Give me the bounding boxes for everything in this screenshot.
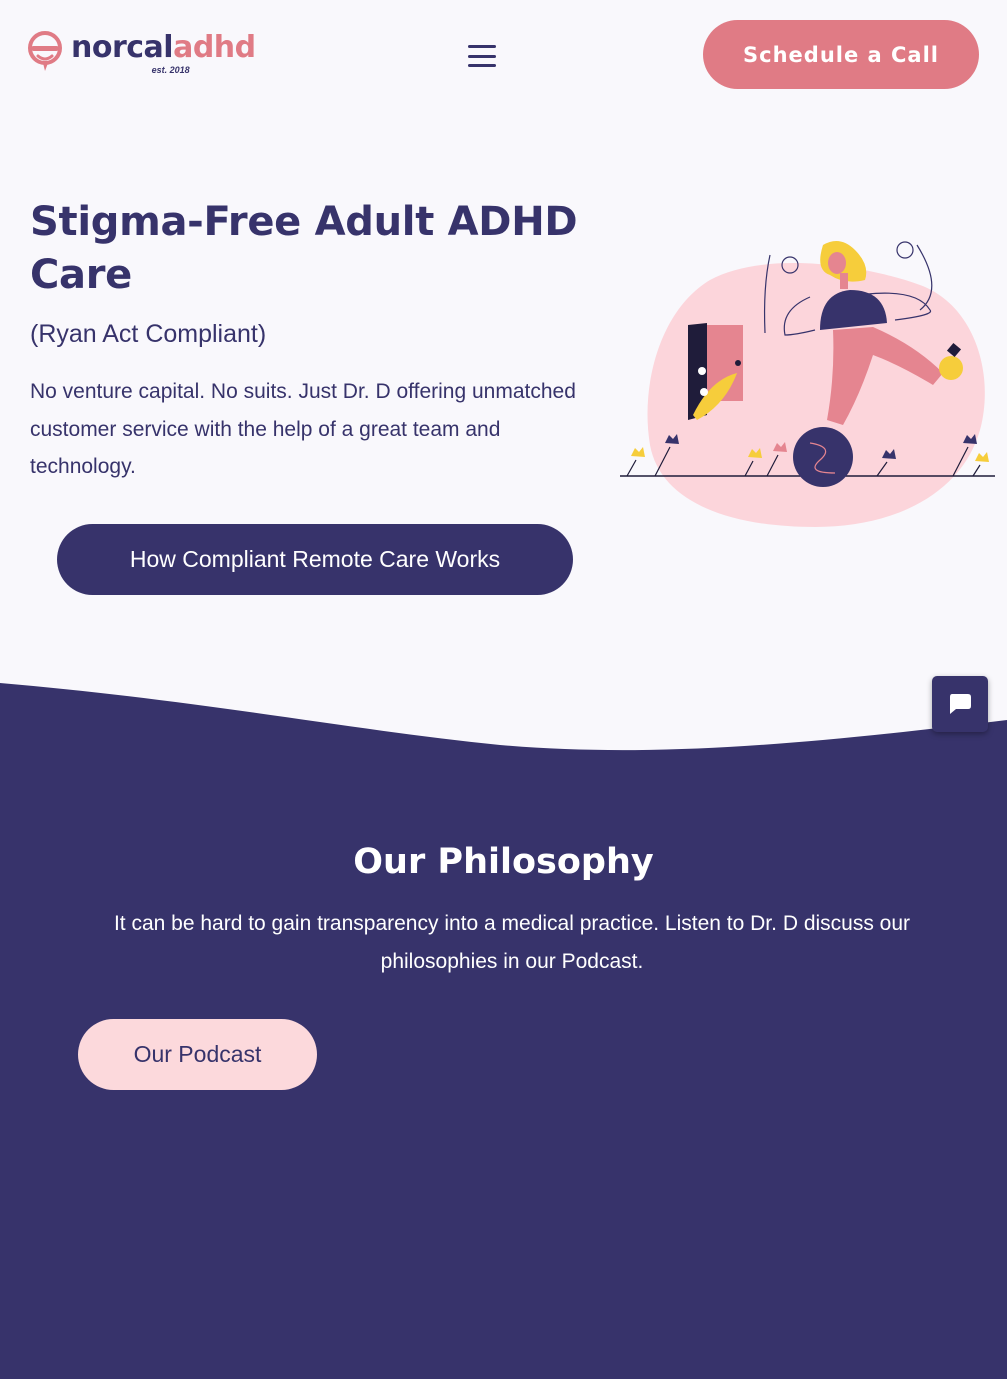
menu-bar: [468, 64, 496, 67]
logo-text-norcal: norcal: [71, 30, 174, 65]
hero-illustration: [620, 241, 995, 527]
philosophy-text: It can be hard to gain transparency into…: [113, 912, 911, 973]
logo-mark-icon: [28, 31, 62, 71]
menu-bar: [468, 54, 496, 58]
logo-tagline: est. 2018: [151, 65, 190, 75]
logo[interactable]: norcaladhd est. 2018: [27, 30, 256, 75]
hamburger-icon[interactable]: [468, 45, 496, 67]
philosophy-title: Our Philosophy: [353, 842, 654, 882]
hero-description: No venture capital. No suits. Just Dr. D…: [30, 380, 576, 478]
podcast-button[interactable]: Our Podcast: [78, 1019, 317, 1090]
section-wave: [0, 683, 1007, 800]
logo-wordmark: norcaladhd: [71, 30, 256, 66]
menu-bar: [468, 45, 496, 48]
chat-widget-button[interactable]: [932, 676, 988, 732]
chat-bubble-icon: [950, 694, 971, 714]
schedule-call-button[interactable]: Schedule a Call: [703, 20, 979, 89]
logo-text-adhd: adhd: [173, 30, 256, 65]
hero-subtitle: (Ryan Act Compliant): [30, 320, 267, 348]
hero-title: Stigma-Free Adult ADHD Care: [30, 199, 578, 298]
compliant-care-button[interactable]: How Compliant Remote Care Works: [57, 524, 573, 595]
